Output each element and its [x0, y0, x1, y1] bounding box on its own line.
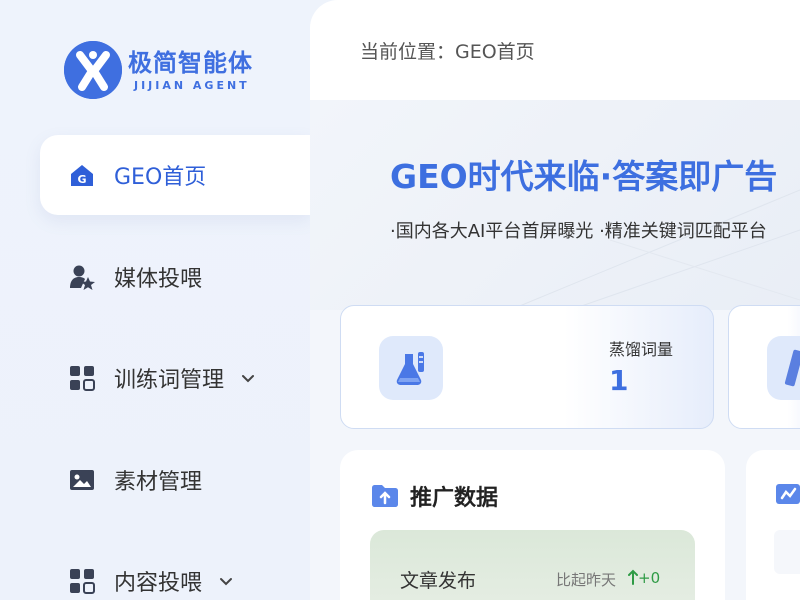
sidebar-item-content-feed[interactable]: 内容投喂 — [40, 541, 310, 600]
brand-name-en: JIJIAN AGENT — [134, 78, 250, 92]
hero-title: GEO时代来临·答案即广告 — [390, 157, 778, 196]
hero-subtitle: ·国内各大AI平台首屏曝光 ·精准关键词匹配平台 — [390, 221, 767, 242]
sidebar-item-label: 训练词管理 — [114, 368, 225, 393]
user-star-icon — [70, 265, 95, 290]
sidebar-item-geo-home[interactable]: G GEO首页 — [40, 135, 310, 215]
ruler-icon — [784, 349, 800, 387]
chevron-down-icon[interactable] — [218, 573, 234, 589]
brand-logo[interactable]: 极简智能体 JIJIAN AGENT — [64, 40, 264, 100]
arrow-up-icon — [628, 569, 638, 585]
delta-value: +0 — [628, 569, 660, 587]
sidebar-item-training-words[interactable]: 训练词管理 — [40, 338, 310, 418]
sidebar-item-materials[interactable]: 素材管理 — [40, 440, 310, 520]
promo-data-panel: 推广数据 文章发布 比起昨天 +0 — [340, 450, 725, 600]
sidebar-item-media-feed[interactable]: 媒体投喂 — [40, 237, 310, 317]
stat-label: 蒸馏词量 — [609, 340, 674, 359]
panel-title: 推广数据 — [410, 486, 499, 511]
stat-icon-box — [767, 336, 800, 400]
chevron-down-icon[interactable] — [240, 370, 256, 386]
sidebar-item-label: GEO首页 — [114, 165, 207, 190]
secondary-panel — [746, 450, 800, 600]
mini-card-label: 文章发布 — [400, 570, 477, 592]
sidebar-item-label: 素材管理 — [114, 470, 203, 495]
folder-upload-icon — [372, 485, 398, 507]
brand-name-cn: 极简智能体 — [128, 48, 253, 77]
sidebar-item-label: 媒体投喂 — [114, 267, 203, 292]
image-icon — [70, 470, 94, 490]
compare-label: 比起昨天 — [556, 571, 617, 589]
article-publish-card[interactable]: 文章发布 比起昨天 +0 — [370, 530, 695, 600]
sidebar-item-label: 内容投喂 — [114, 571, 203, 596]
main-content: 当前位置：GEO首页 GEO时代来临·答案即广告 ·国内各大AI平台首屏曝光 ·… — [310, 0, 800, 600]
flask-icon — [396, 352, 424, 385]
logo-mark-icon — [64, 41, 122, 99]
top-bar: 当前位置：GEO首页 — [310, 0, 800, 100]
stat-card-partial[interactable] — [728, 305, 800, 429]
stat-icon-box — [379, 336, 443, 400]
hero-background-lines — [509, 189, 800, 310]
grid-icon — [70, 569, 95, 594]
sidebar: 极简智能体 JIJIAN AGENT G GEO首页 媒体投喂 训练词管理 素材… — [0, 0, 310, 600]
stat-card-distill-words[interactable]: 蒸馏词量 1 — [340, 305, 714, 429]
grid-icon — [70, 366, 95, 391]
breadcrumb: 当前位置：GEO首页 — [360, 40, 535, 63]
home-g-icon: G — [71, 165, 93, 186]
secondary-panel-cell — [774, 530, 800, 574]
svg-text:G: G — [77, 173, 86, 186]
stat-value: 1 — [609, 364, 629, 397]
chart-refresh-icon — [776, 484, 800, 504]
hero-banner: GEO时代来临·答案即广告 ·国内各大AI平台首屏曝光 ·精准关键词匹配平台 — [310, 100, 800, 310]
